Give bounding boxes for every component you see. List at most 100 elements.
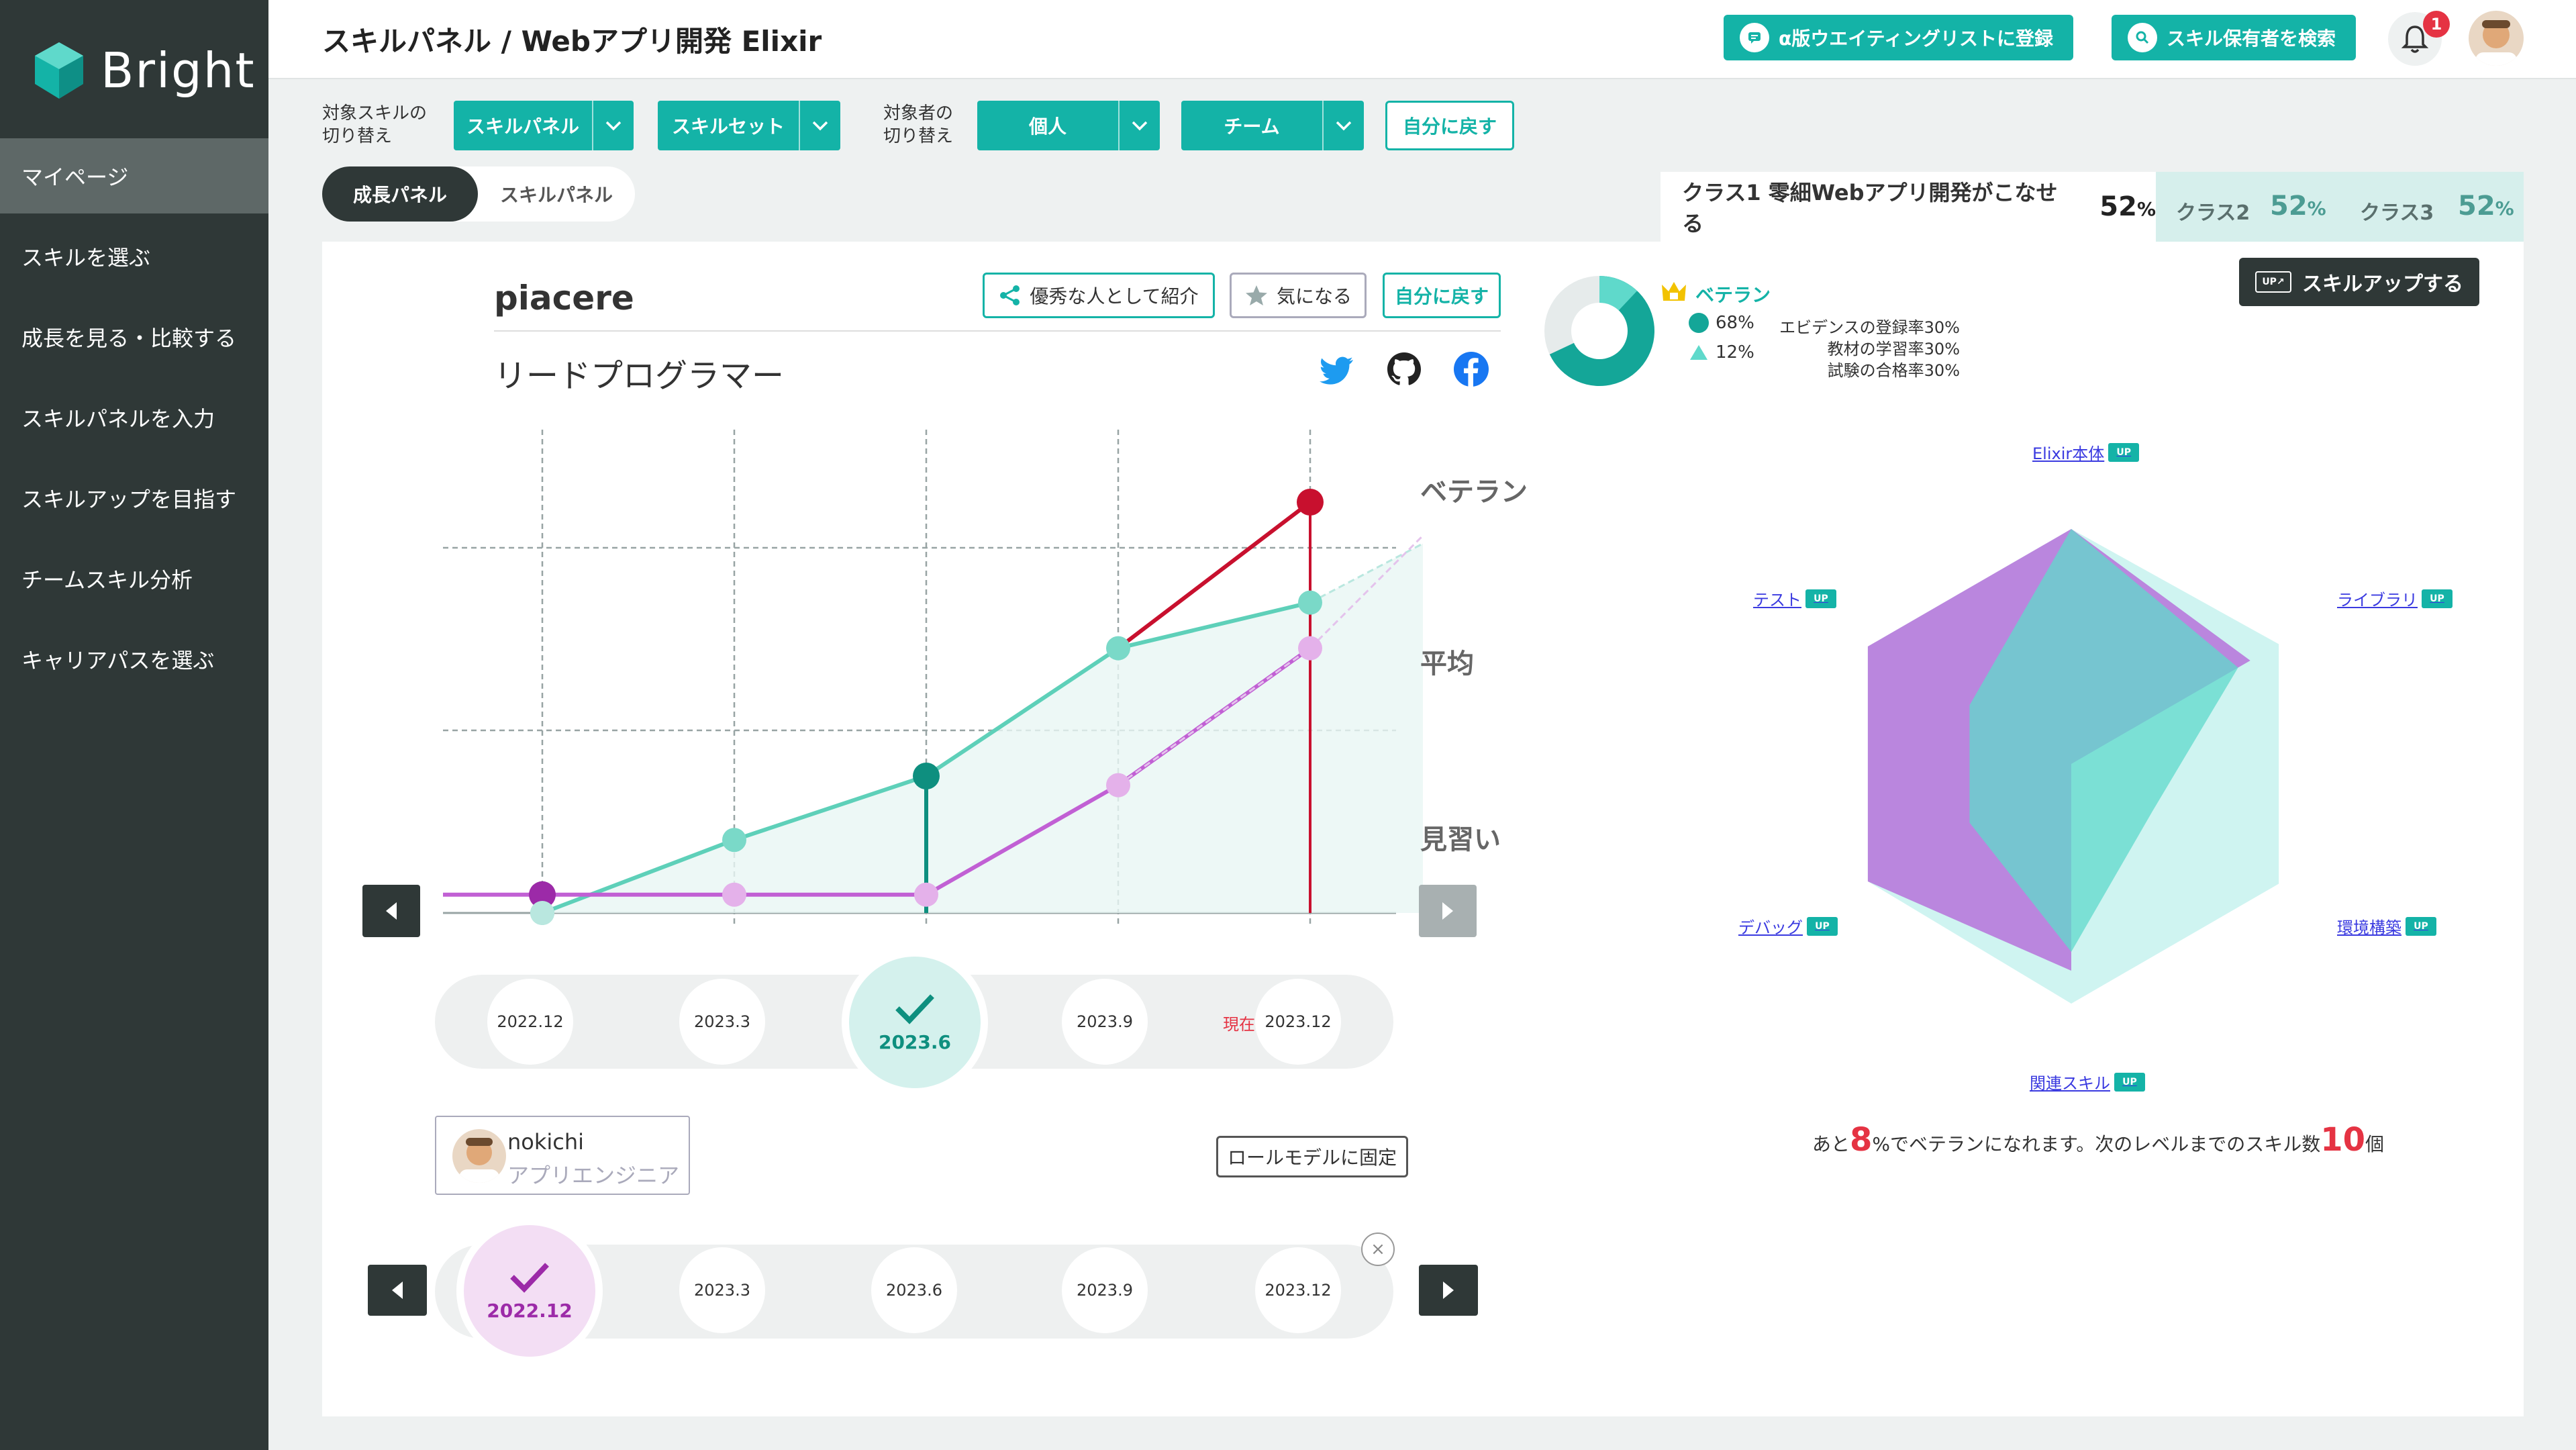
sidebar-item-career-path[interactable]: キャリアパスを選ぶ bbox=[0, 622, 268, 697]
skill-switch-label-line1: 対象スキルの bbox=[322, 103, 428, 124]
timeline-date-2023-3[interactable]: 2023.3 bbox=[679, 979, 765, 1065]
class-tabs: クラス1 零細Webアプリ開発がこなせる 52% クラス2 52% クラス3 5… bbox=[1661, 172, 2524, 242]
up-tag: UP bbox=[1807, 916, 1838, 936]
level-label-apprentice: 見習い bbox=[1420, 824, 1501, 855]
self-point[interactable] bbox=[722, 828, 746, 853]
compare-date-2023-9[interactable]: 2023.9 bbox=[1062, 1247, 1148, 1333]
axis-label-debug[interactable]: デバッグ UP bbox=[1738, 914, 1838, 938]
github-icon[interactable] bbox=[1385, 350, 1423, 388]
compare-selected-label: 2022.12 bbox=[487, 1299, 573, 1322]
header: スキルパネル / Webアプリ開発 Elixir α版ウエイティングリストに登録… bbox=[268, 0, 2576, 79]
msg-percent: 8 bbox=[1850, 1121, 1873, 1159]
sidebar-item-select-skill[interactable]: スキルを選ぶ bbox=[0, 219, 268, 294]
compare-date-2023-6[interactable]: 2023.6 bbox=[871, 1247, 957, 1333]
donut-hole bbox=[1571, 303, 1628, 359]
compare-user-card[interactable]: nokichi アプリエンジニア bbox=[435, 1116, 690, 1195]
search-holders-button[interactable]: スキル保有者を検索 bbox=[2112, 15, 2357, 60]
interested-button-label: 気になる bbox=[1276, 285, 1352, 307]
target-switch-label-line2: 切り替え bbox=[883, 126, 954, 146]
sidebar-item-input-skill-panel[interactable]: スキルパネルを入力 bbox=[0, 380, 268, 455]
legend-row-1: 68% bbox=[1689, 313, 1754, 333]
tab-skill-panel[interactable]: スキルパネル bbox=[478, 166, 635, 222]
compare-point[interactable] bbox=[722, 882, 746, 907]
axis-label-related-skills[interactable]: 関連スキル UP bbox=[2030, 1070, 2145, 1094]
compare-date-2023-3[interactable]: 2023.3 bbox=[679, 1247, 765, 1333]
class-3-percent-value: 52 bbox=[2458, 191, 2495, 222]
timeline-date-2023-9[interactable]: 2023.9 bbox=[1062, 979, 1148, 1065]
skill-panel-dropdown-label: スキルパネル bbox=[466, 115, 579, 138]
chevron-right-icon bbox=[1443, 1282, 1454, 1299]
compare-point[interactable] bbox=[1298, 636, 1322, 661]
exam-rate: 試験の合格率30% bbox=[1827, 361, 1960, 380]
compare-point[interactable] bbox=[914, 882, 938, 907]
msg-suffix: 個 bbox=[2365, 1133, 2385, 1155]
class-1-percent-value: 52 bbox=[2099, 191, 2137, 222]
back-to-self-button[interactable]: 自分に戻す bbox=[1385, 101, 1514, 150]
sidebar-item-team-analysis[interactable]: チームスキル分析 bbox=[0, 541, 268, 616]
twitter-icon[interactable] bbox=[1320, 350, 1357, 388]
tab-growth-panel[interactable]: 成長パネル bbox=[322, 166, 478, 222]
legend-row-2: 12% bbox=[1689, 342, 1754, 362]
axis-label-elixir-core[interactable]: Elixir本体 UP bbox=[2032, 440, 2140, 464]
growth-area bbox=[542, 543, 1423, 913]
next-period-button[interactable] bbox=[1419, 885, 1477, 937]
msg-middle: %でベテランになれます。次のレベルまでのスキル数 bbox=[1872, 1133, 2321, 1155]
team-dropdown-label: チーム bbox=[1224, 115, 1280, 138]
legend-triangle-icon bbox=[1690, 345, 1707, 360]
compare-prev-button[interactable] bbox=[368, 1265, 427, 1316]
logo[interactable]: Bright bbox=[34, 40, 256, 101]
sidebar-item-skill-up[interactable]: スキルアップを目指す bbox=[0, 461, 268, 536]
axis-label-library[interactable]: ライブラリ UP bbox=[2337, 587, 2453, 610]
compare-next-button[interactable] bbox=[1419, 1265, 1478, 1316]
close-compare-button[interactable]: × bbox=[1361, 1232, 1395, 1266]
introduce-button[interactable]: 優秀な人として紹介 bbox=[983, 273, 1215, 318]
sidebar-item-growth-compare[interactable]: 成長を見る・比較する bbox=[0, 299, 268, 375]
up-icon: UP↗ bbox=[2255, 271, 2291, 293]
axis-label-environment[interactable]: 環境構築 UP bbox=[2337, 914, 2436, 938]
facebook-icon[interactable] bbox=[1452, 350, 1490, 388]
avatar[interactable] bbox=[2469, 11, 2524, 66]
tab-class-2[interactable]: クラス2 52% bbox=[2156, 172, 2340, 242]
search-icon bbox=[2128, 23, 2157, 52]
compare-date-2022-12-selected[interactable]: 2022.12 bbox=[456, 1218, 603, 1364]
tab-class-3[interactable]: クラス3 52% bbox=[2340, 172, 2524, 242]
compare-user-role: アプリエンジニア bbox=[507, 1163, 680, 1188]
axis-label-elixir-core-text: Elixir本体 bbox=[2032, 444, 2105, 463]
timeline-date-2023-6-selected[interactable]: 2023.6 bbox=[842, 949, 988, 1096]
team-dropdown[interactable]: チーム bbox=[1181, 101, 1364, 150]
tab-class-1[interactable]: クラス1 零細Webアプリ開発がこなせる 52% bbox=[1661, 172, 2156, 242]
chevron-down-icon bbox=[1322, 101, 1364, 150]
skill-panel-dropdown[interactable]: スキルパネル bbox=[454, 101, 634, 150]
pin-role-model-button[interactable]: ロールモデルに固定 bbox=[1216, 1136, 1408, 1177]
class-3-label: クラス3 bbox=[2360, 201, 2434, 225]
share-icon bbox=[1000, 285, 1020, 305]
check-icon bbox=[510, 1262, 549, 1293]
level-donut bbox=[1544, 276, 1654, 386]
up-tag: UP bbox=[2422, 589, 2453, 608]
skill-set-dropdown-label: スキルセット bbox=[671, 115, 785, 138]
now-label: 現在 bbox=[1223, 1015, 1255, 1034]
current-point[interactable] bbox=[1297, 489, 1324, 516]
user-role: リードプログラマー bbox=[494, 357, 785, 395]
next-level-message: あと8%でベテランになれます。次のレベルまでのスキル数10個 bbox=[1812, 1121, 2384, 1159]
notification-button[interactable]: 1 bbox=[2388, 11, 2450, 66]
profile-back-to-self-button[interactable]: 自分に戻す bbox=[1383, 273, 1501, 318]
skill-switch-label: 対象スキルの 切り替え bbox=[322, 102, 427, 148]
self-point[interactable] bbox=[1298, 590, 1322, 615]
self-point[interactable] bbox=[913, 763, 940, 789]
chevron-left-icon bbox=[392, 1282, 403, 1299]
timeline-date-2022-12[interactable]: 2022.12 bbox=[487, 979, 573, 1065]
skill-up-button[interactable]: UP↗ スキルアップする bbox=[2239, 258, 2479, 306]
interested-button[interactable]: 気になる bbox=[1230, 273, 1367, 318]
timeline-date-2023-12[interactable]: 2023.12 bbox=[1255, 979, 1341, 1065]
individual-dropdown[interactable]: 個人 bbox=[977, 101, 1160, 150]
compare-point[interactable] bbox=[1106, 773, 1130, 798]
prev-period-button[interactable] bbox=[362, 885, 420, 937]
self-point[interactable] bbox=[1106, 636, 1130, 661]
sidebar-item-mypage[interactable]: マイページ bbox=[0, 138, 268, 213]
skill-set-dropdown[interactable]: スキルセット bbox=[658, 101, 840, 150]
class-1-percent-unit: % bbox=[2136, 198, 2156, 220]
axis-label-test[interactable]: テスト UP bbox=[1753, 587, 1836, 610]
waitlist-button[interactable]: α版ウエイティングリストに登録 bbox=[1724, 15, 2073, 60]
compare-date-2023-12[interactable]: 2023.12 bbox=[1255, 1247, 1341, 1333]
